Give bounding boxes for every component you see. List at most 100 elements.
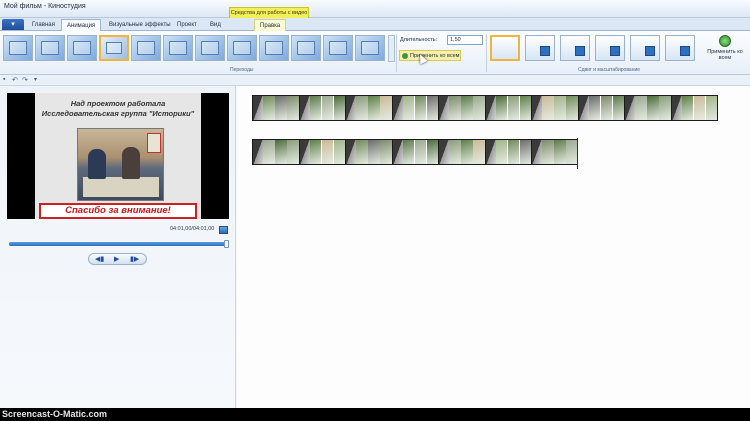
tab-edit[interactable]: Правка [254, 19, 287, 31]
tab-visual-effects[interactable]: Визуальные эффекты [104, 19, 176, 31]
quick-access-toolbar: ▪ ↶ ↷ ▾ [0, 75, 750, 86]
preview-pane: Над проектом работала Исследовательская … [0, 86, 236, 408]
storyboard-clip[interactable] [577, 95, 625, 121]
transition-marker [299, 140, 310, 164]
clip-frame [414, 140, 426, 164]
clip-frame [612, 96, 624, 120]
storyboard-clip[interactable] [298, 95, 346, 121]
clip-frame [566, 140, 578, 164]
transition-thumb[interactable] [163, 35, 193, 61]
storyboard-clip[interactable] [438, 139, 485, 165]
clip-frame [461, 140, 473, 164]
pan-zoom-thumb[interactable] [595, 35, 625, 61]
clip-frame [275, 96, 287, 120]
slide-title: Над проектом работала Исследовательская … [41, 99, 195, 118]
transition-thumb[interactable] [3, 35, 33, 61]
storyboard-clip[interactable] [298, 139, 346, 165]
storyboard-clip[interactable] [484, 95, 532, 121]
clip-frame [507, 140, 519, 164]
pan-zoom-thumb[interactable] [525, 35, 555, 61]
gallery-scroll[interactable] [388, 35, 395, 62]
transition-thumb[interactable] [99, 35, 129, 61]
storyboard-clip[interactable] [391, 95, 439, 121]
save-icon[interactable]: ▪ [3, 76, 5, 83]
storyboard-clip[interactable] [345, 139, 392, 165]
transition-thumb[interactable] [67, 35, 97, 61]
storyboard-clip[interactable] [484, 139, 532, 165]
transition-thumb[interactable] [131, 35, 161, 61]
seek-bar[interactable] [9, 240, 229, 248]
clip-frame [402, 140, 414, 164]
storyboard-clip[interactable] [345, 95, 392, 121]
title-bar: Мой фильм - Киностудия [0, 0, 750, 18]
undo-icon[interactable]: ↶ [12, 76, 18, 84]
apply-icon [719, 35, 731, 47]
storyboard-clip[interactable] [252, 95, 299, 121]
storyboard-clip[interactable] [252, 139, 299, 165]
tab-home[interactable]: Главная [27, 19, 60, 31]
clip-frame [380, 140, 392, 164]
transition-thumb[interactable] [355, 35, 385, 61]
transition-marker [346, 96, 356, 120]
clip-frame [588, 96, 600, 120]
transition-marker [578, 96, 589, 120]
transition-thumb[interactable] [227, 35, 257, 61]
clip-frame [356, 96, 368, 120]
tab-project[interactable]: Проект [172, 19, 202, 31]
transition-marker [485, 96, 496, 120]
clip-frame [263, 140, 275, 164]
storyboard-clip[interactable] [670, 95, 718, 121]
apply-to-all-transitions-button[interactable]: Применить ко всем [399, 50, 461, 61]
transition-thumb[interactable] [291, 35, 321, 61]
clip-frame [635, 96, 647, 120]
pan-zoom-thumb[interactable] [490, 35, 520, 61]
pan-zoom-thumb[interactable] [630, 35, 660, 61]
storyboard-clip[interactable] [391, 139, 439, 165]
transition-marker [671, 96, 682, 120]
clip-frame [519, 96, 531, 120]
transition-thumb[interactable] [35, 35, 65, 61]
transition-thumb[interactable] [259, 35, 289, 61]
previous-frame-icon[interactable]: ◀▮ [95, 254, 104, 265]
clip-frame [449, 96, 461, 120]
pan-zoom-thumb[interactable] [560, 35, 590, 61]
storyboard-clip[interactable] [438, 95, 485, 121]
transition-marker [346, 140, 356, 164]
seek-handle[interactable] [224, 240, 229, 248]
clip-frame [287, 140, 299, 164]
clip-frame [542, 140, 554, 164]
storyboard [237, 86, 750, 408]
clip-frame [356, 140, 368, 164]
clip-frame [309, 96, 321, 120]
clip-frame [473, 96, 485, 120]
ribbon-tabs: ▾ Главная Анимация Визуальные эффекты Пр… [0, 18, 750, 32]
pan-zoom-thumb[interactable] [665, 35, 695, 61]
clip-frame [681, 96, 693, 120]
storyboard-clip[interactable] [531, 139, 578, 165]
clip-frame [275, 140, 287, 164]
file-menu-button[interactable]: ▾ [2, 19, 24, 30]
clip-frame [693, 96, 705, 120]
play-icon[interactable]: ▶ [114, 254, 119, 265]
transition-thumb[interactable] [195, 35, 225, 61]
next-frame-icon[interactable]: ▮▶ [130, 254, 139, 265]
watermark: Screencast-O-Matic.com [0, 408, 750, 421]
tab-view[interactable]: Вид [205, 19, 226, 31]
clip-frame [333, 140, 345, 164]
video-preview[interactable]: Над проектом работала Исследовательская … [7, 93, 229, 219]
duration-input[interactable]: 1,50 [447, 35, 483, 45]
clip-frame [426, 140, 438, 164]
clip-frame [287, 96, 299, 120]
clip-frame [449, 140, 461, 164]
playback-controls: ◀▮ ▶ ▮▶ [88, 253, 147, 265]
storyboard-clip[interactable] [531, 95, 578, 121]
transition-marker [439, 96, 449, 120]
fullscreen-icon[interactable] [219, 226, 228, 234]
transition-thumb[interactable] [323, 35, 353, 61]
customize-chevron-icon[interactable]: ▾ [34, 76, 37, 83]
apply-to-all-pan-button[interactable]: Применить ко всем [704, 35, 746, 67]
clip-frame [705, 96, 717, 120]
redo-icon[interactable]: ↷ [22, 76, 28, 84]
clip-frame [495, 96, 507, 120]
storyboard-clip[interactable] [624, 95, 671, 121]
